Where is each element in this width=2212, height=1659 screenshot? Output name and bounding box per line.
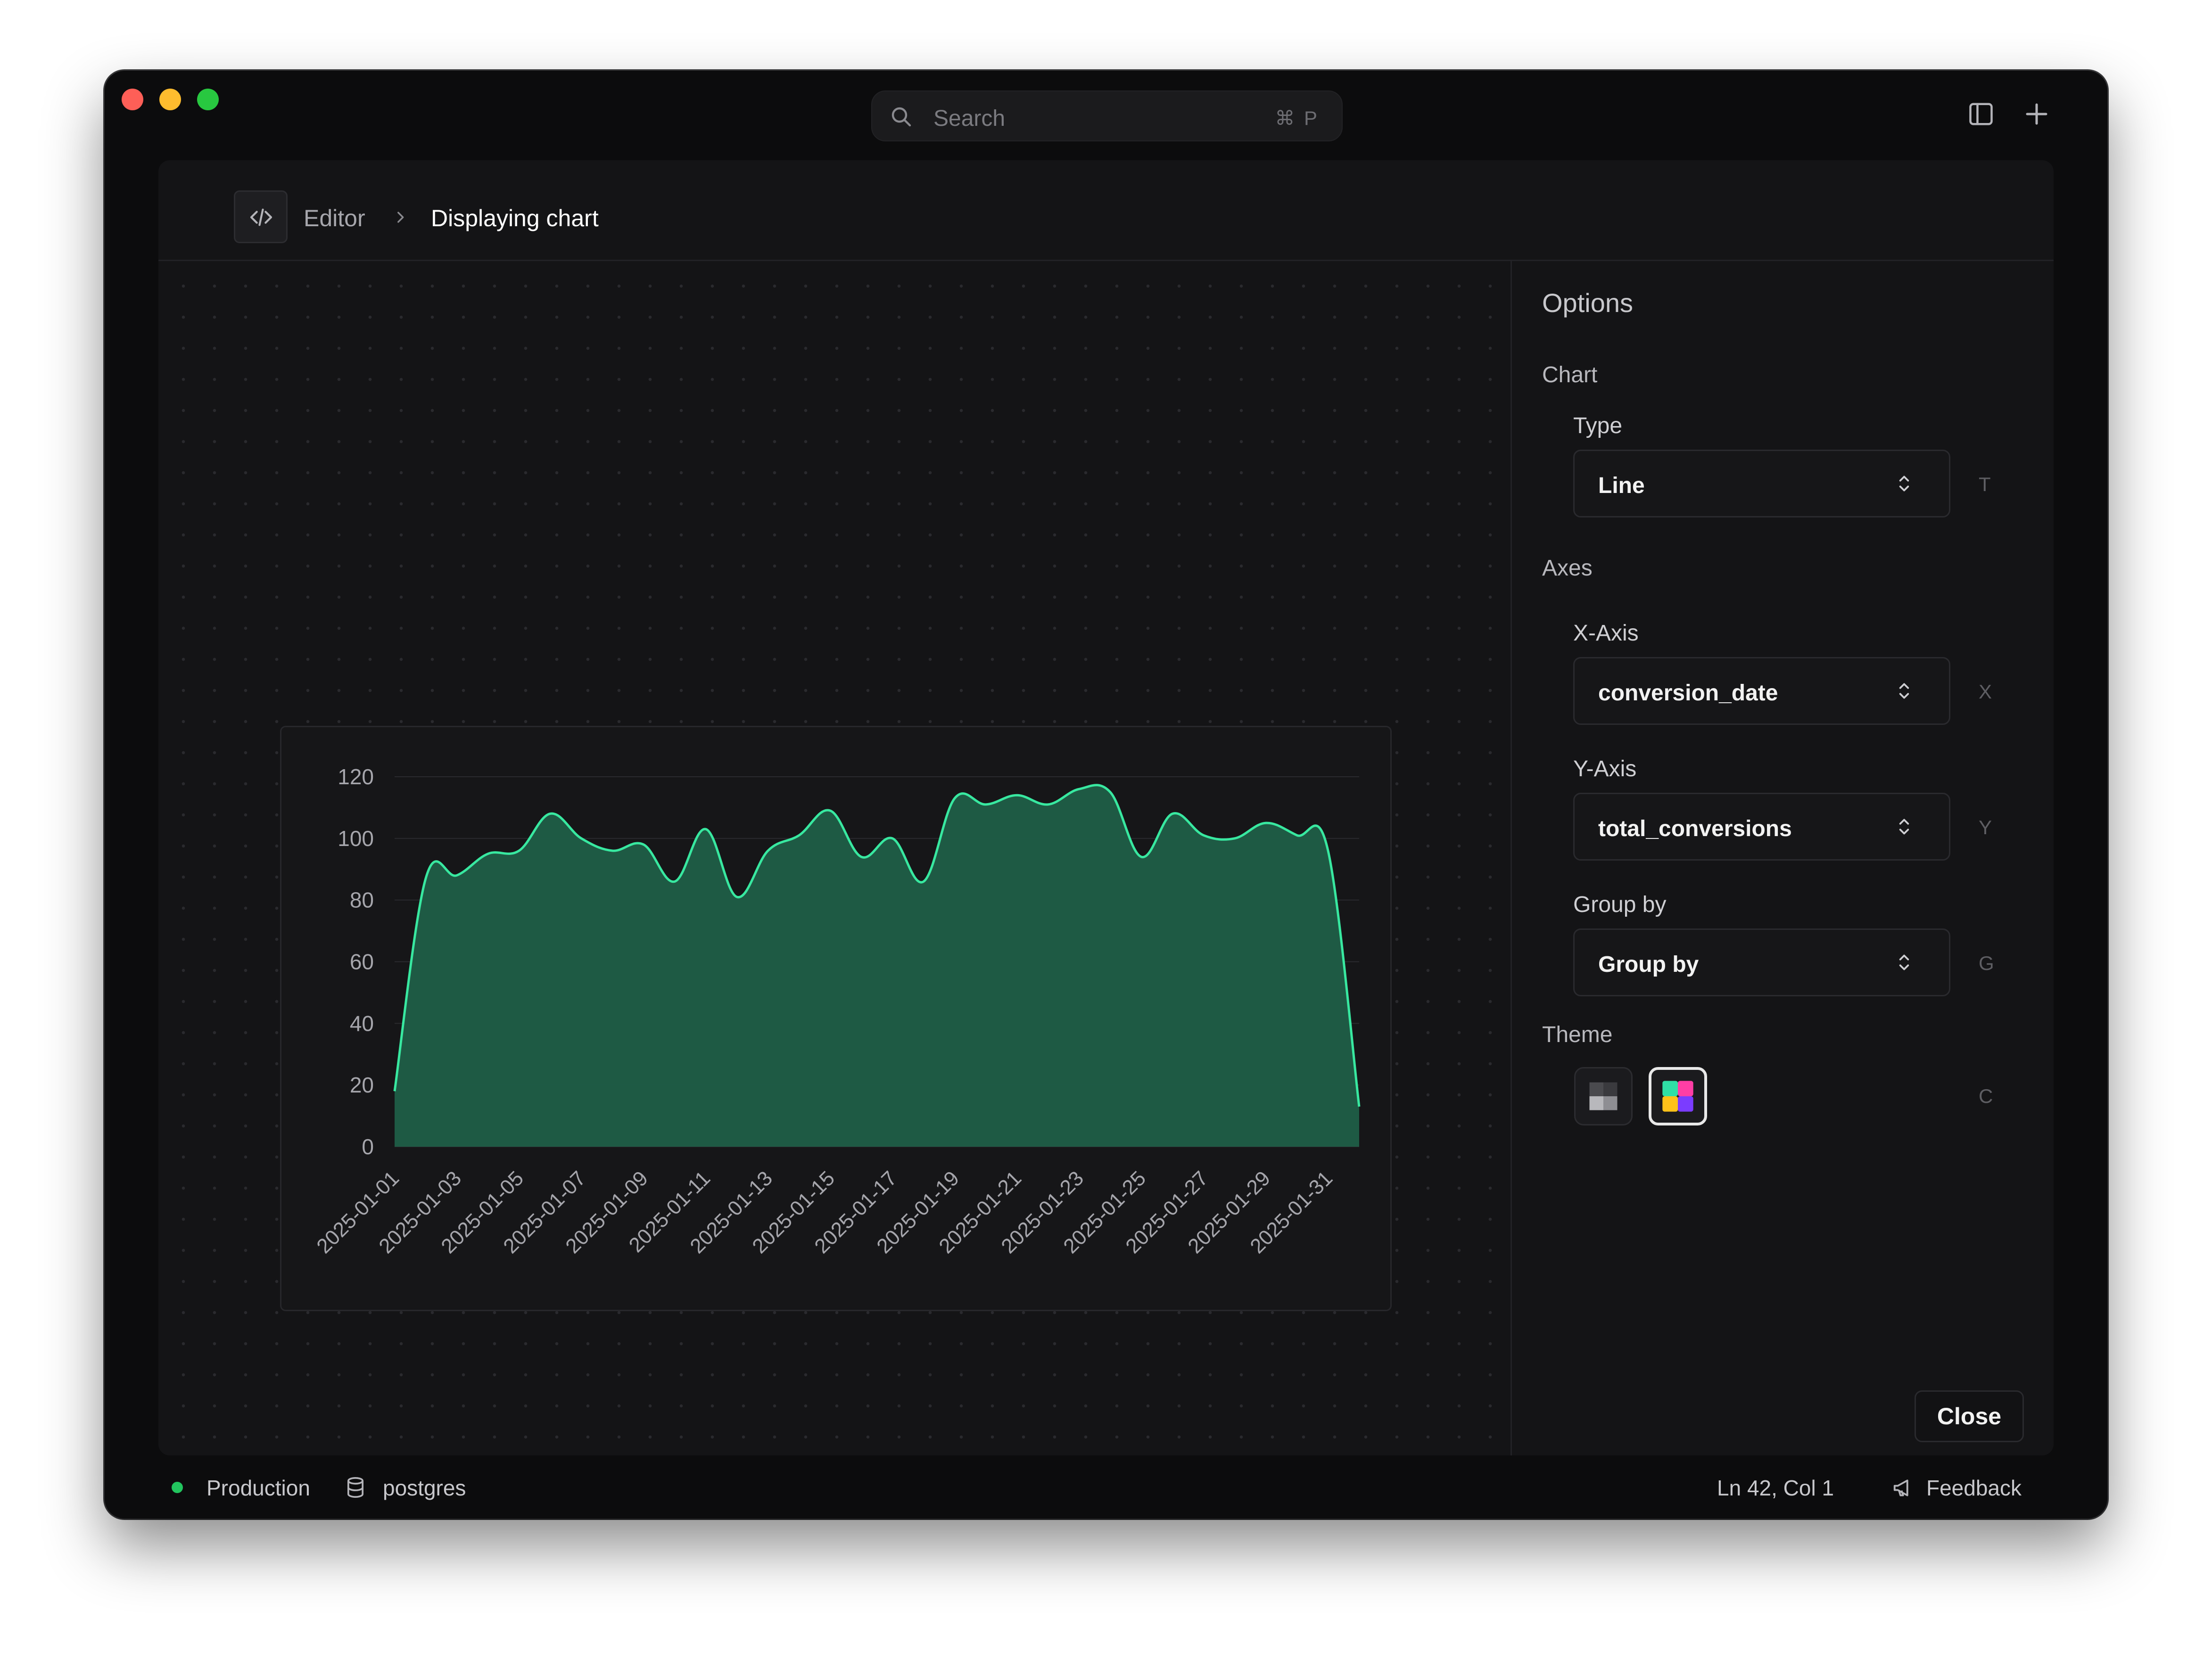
data-point <box>1110 791 1111 793</box>
data-point <box>550 813 551 814</box>
chevron-up-down-icon <box>1899 819 1909 835</box>
data-point <box>1172 813 1173 814</box>
y-tick-label: 120 <box>338 764 374 789</box>
y-tick-label: 40 <box>350 1011 374 1035</box>
y-axis-hotkey: Y <box>1979 816 1992 838</box>
chart-group-label: Chart <box>1542 362 1598 387</box>
environment-label[interactable]: Production <box>206 1475 310 1501</box>
chart-type-value: Line <box>1598 473 1645 498</box>
data-point <box>1234 838 1236 839</box>
theme-mono-button[interactable] <box>1574 1067 1633 1125</box>
y-tick-label: 60 <box>350 950 374 974</box>
app-window: Search ⌘ P Editor Displaying chart 0 20 … <box>105 71 2107 1519</box>
x-axis-value: conversion_date <box>1598 681 1778 706</box>
chevron-up-down-icon <box>1899 683 1909 699</box>
y-axis-label: Y-Axis <box>1573 756 1637 781</box>
data-point <box>830 810 831 811</box>
plus-icon[interactable] <box>2022 100 2051 128</box>
data-point <box>1296 835 1298 836</box>
data-point <box>1141 856 1142 858</box>
color-palette-icon <box>1662 1081 1693 1112</box>
search-placeholder: Search <box>933 106 1006 131</box>
window-close-button[interactable] <box>122 89 143 110</box>
search-bar[interactable]: Search ⌘ P <box>871 90 1343 141</box>
data-point <box>705 829 707 830</box>
y-tick-label: 0 <box>362 1134 374 1159</box>
chart-canvas: 0 20 40 60 80 100 120 2025-01-01 2025-01-03 2025-… <box>158 261 1510 1455</box>
sidebar-toggle-icon[interactable] <box>1967 100 1995 128</box>
chevron-right-icon <box>397 212 404 223</box>
group-by-label: Group by <box>1573 892 1667 917</box>
chart-type-select[interactable]: Line <box>1573 450 1950 517</box>
data-point <box>519 850 520 852</box>
area-chart: 0204060801001202025-01-012025-01-032025-… <box>312 764 1361 1258</box>
data-point <box>954 797 956 799</box>
group-by-hotkey: G <box>1979 952 1994 974</box>
data-point <box>487 853 489 854</box>
type-label: Type <box>1573 413 1623 438</box>
database-icon <box>347 1477 364 1498</box>
group-by-select[interactable]: Group by <box>1573 928 1950 996</box>
data-point <box>1328 850 1329 852</box>
y-tick-label: 80 <box>350 888 374 912</box>
search-icon <box>891 107 911 127</box>
breadcrumb-current: Displaying chart <box>431 205 599 231</box>
breadcrumb: Editor Displaying chart <box>158 160 2054 261</box>
options-title: Options <box>1542 288 1633 318</box>
data-point <box>1265 822 1267 824</box>
code-icon <box>250 208 272 226</box>
x-axis-select[interactable]: conversion_date <box>1573 657 1950 725</box>
data-point <box>1016 795 1018 796</box>
y-tick-label: 100 <box>338 826 374 851</box>
data-point <box>892 838 893 839</box>
chevron-up-down-icon <box>1899 954 1909 970</box>
data-point <box>985 804 987 805</box>
data-point <box>456 875 458 876</box>
options-panel: Options Chart Type Line T Axes X-Axis co… <box>1512 261 2054 1455</box>
y-axis-value: total_conversions <box>1598 816 1792 841</box>
theme-color-button[interactable] <box>1649 1067 1707 1125</box>
axes-group-label: Axes <box>1542 556 1593 581</box>
data-point <box>1203 835 1205 836</box>
data-point <box>736 896 738 898</box>
monochrome-palette-icon <box>1589 1082 1618 1110</box>
status-dot <box>172 1482 183 1493</box>
x-axis-hotkey: X <box>1979 681 1992 703</box>
feedback-link[interactable]: Feedback <box>1926 1475 2022 1501</box>
data-point <box>612 850 613 852</box>
data-point <box>768 850 769 852</box>
chevron-up-down-icon <box>1899 476 1909 492</box>
status-bar: Production postgres Ln 42, Col 1 Feedbac… <box>105 1455 2107 1519</box>
megaphone-icon[interactable] <box>1891 1475 1917 1501</box>
group-by-value: Group by <box>1598 952 1699 977</box>
theme-hotkey: C <box>1979 1085 1993 1107</box>
x-axis-label: X-Axis <box>1573 621 1639 646</box>
data-point <box>674 881 676 882</box>
window-zoom-button[interactable] <box>197 89 219 110</box>
data-point <box>394 1091 396 1092</box>
cursor-position: Ln 42, Col 1 <box>1717 1476 1834 1500</box>
search-shortcut: ⌘ P <box>1275 107 1319 129</box>
y-axis-select[interactable]: total_conversions <box>1573 793 1950 861</box>
code-toggle-button[interactable] <box>234 190 288 243</box>
database-label[interactable]: postgres <box>383 1475 466 1501</box>
breadcrumb-editor-link[interactable]: Editor <box>304 205 365 232</box>
close-button[interactable]: Close <box>1915 1390 2024 1442</box>
data-point <box>799 835 800 836</box>
y-tick-label: 20 <box>350 1073 374 1097</box>
data-point <box>1079 788 1080 790</box>
chart-card: 0 20 40 60 80 100 120 2025-01-01 2025-01-03 2025-… <box>280 726 1392 1311</box>
theme-label: Theme <box>1542 1022 1613 1047</box>
data-point <box>425 878 427 879</box>
data-point <box>1359 1106 1360 1107</box>
type-hotkey: T <box>1979 473 1991 495</box>
data-point <box>861 856 862 858</box>
data-point <box>643 844 644 845</box>
data-point <box>581 838 582 839</box>
data-point <box>1048 804 1049 805</box>
window-minimize-button[interactable] <box>159 89 181 110</box>
main-panel: Editor Displaying chart 0 20 40 60 80 100 120 2… <box>158 160 2054 1455</box>
data-point <box>923 881 924 882</box>
